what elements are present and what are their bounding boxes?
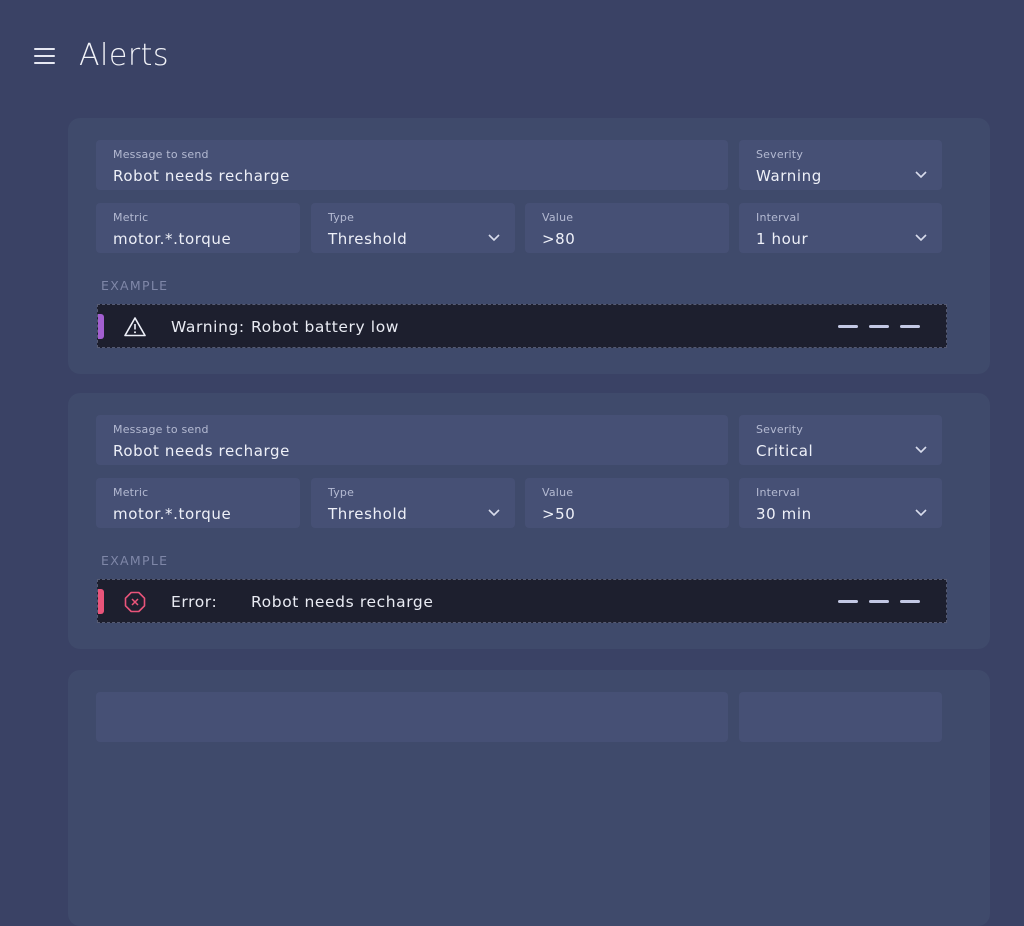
example-kind: Warning: [171,318,245,336]
example-label: EXAMPLE [101,278,169,293]
example-kind: Error: [171,593,218,611]
header: Alerts [0,0,1024,110]
severity-stripe [98,314,104,339]
severity-value: Critical [756,442,814,460]
warning-triangle-icon [124,317,146,337]
value-label: Value [542,211,574,224]
placeholder-dashes [838,600,920,603]
interval-select[interactable]: Interval 1 hour [739,203,942,253]
interval-label: Interval [756,211,800,224]
metric-value: motor.*.torque [113,505,232,523]
metric-value: motor.*.torque [113,230,232,248]
severity-select[interactable] [739,692,942,742]
metric-label: Metric [113,486,149,499]
severity-value: Warning [756,167,822,185]
placeholder-dashes [838,325,920,328]
message-input[interactable]: Message to send Robot needs recharge [96,415,728,465]
type-value: Threshold [328,230,408,248]
type-label: Type [328,211,355,224]
alert-card: Message to send Robot needs recharge Sev… [68,393,990,649]
hamburger-menu-icon[interactable] [34,47,56,67]
severity-select[interactable]: Severity Critical [739,415,942,465]
alert-card [68,670,990,926]
example-label: EXAMPLE [101,553,169,568]
metric-input[interactable]: Metric motor.*.torque [96,478,300,528]
interval-select[interactable]: Interval 30 min [739,478,942,528]
value-input[interactable]: Value >50 [525,478,729,528]
type-label: Type [328,486,355,499]
interval-value: 1 hour [756,230,809,248]
type-value: Threshold [328,505,408,523]
message-label: Message to send [113,148,209,161]
example-message: Robot needs recharge [251,593,434,611]
interval-value: 30 min [756,505,812,523]
error-octagon-icon [124,591,146,613]
message-value: Robot needs recharge [113,167,291,185]
interval-label: Interval [756,486,800,499]
value-input[interactable]: Value >80 [525,203,729,253]
severity-label: Severity [756,148,804,161]
metric-label: Metric [113,211,149,224]
value-label: Value [542,486,574,499]
chevron-down-icon [488,234,500,242]
severity-label: Severity [756,423,804,436]
page-title: Alerts [79,38,170,73]
message-input[interactable] [96,692,728,742]
example-alert-preview: Error: Robot needs recharge [97,579,947,623]
chevron-down-icon [488,509,500,517]
chevron-down-icon [915,171,927,179]
chevron-down-icon [915,509,927,517]
message-input[interactable]: Message to send Robot needs recharge [96,140,728,190]
example-message: Robot battery low [251,318,400,336]
value-value: >50 [542,505,576,523]
metric-input[interactable]: Metric motor.*.torque [96,203,300,253]
chevron-down-icon [915,234,927,242]
example-alert-preview: Warning: Robot battery low [97,304,947,348]
value-value: >80 [542,230,576,248]
severity-stripe [98,589,104,614]
message-label: Message to send [113,423,209,436]
message-value: Robot needs recharge [113,442,291,460]
type-select[interactable]: Type Threshold [311,203,515,253]
severity-select[interactable]: Severity Warning [739,140,942,190]
chevron-down-icon [915,446,927,454]
alert-card: Message to send Robot needs recharge Sev… [68,118,990,374]
type-select[interactable]: Type Threshold [311,478,515,528]
